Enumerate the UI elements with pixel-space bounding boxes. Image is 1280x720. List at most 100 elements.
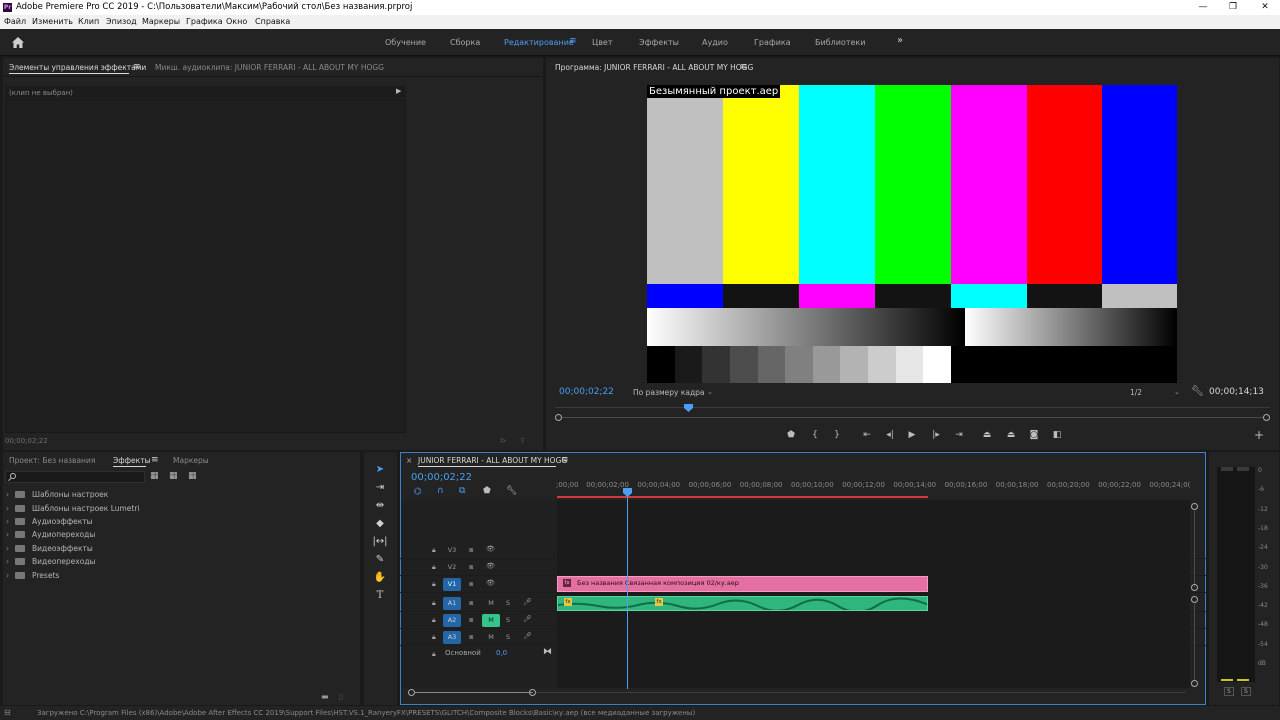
audio-clip[interactable]: fx fx bbox=[557, 596, 928, 611]
lock-icon[interactable]: 🔒︎ bbox=[432, 599, 436, 608]
export-icon[interactable]: ⇪ bbox=[519, 436, 526, 445]
go-to-out-icon[interactable]: ⇥ bbox=[953, 429, 965, 441]
tab-markers[interactable]: Маркеры bbox=[173, 456, 209, 465]
menu-file[interactable]: Файл bbox=[4, 17, 26, 26]
workspace-assembly[interactable]: Сборка bbox=[450, 38, 480, 47]
effects-menu-icon[interactable]: ≡ bbox=[151, 455, 159, 465]
program-current-timecode[interactable]: 00;00;02;22 bbox=[559, 387, 614, 397]
extract-icon[interactable]: ⏏ bbox=[1005, 429, 1017, 441]
microphone-icon[interactable]: 🎤︎ bbox=[523, 598, 532, 606]
program-zoom-bar[interactable] bbox=[558, 417, 1265, 418]
lock-icon[interactable]: 🔒︎ bbox=[432, 580, 436, 589]
fit-chevron-down-icon[interactable]: ⌄ bbox=[707, 388, 713, 396]
tab-sequence[interactable]: JUNIOR FERRARI - ALL ABOUT MY HOGG bbox=[418, 456, 567, 465]
video-clip[interactable]: fx Без названия Связанная композиция 02/… bbox=[557, 576, 928, 592]
timeline-settings-wrench-icon[interactable]: 🔧︎ bbox=[506, 486, 517, 496]
mute-button-a3[interactable]: M bbox=[482, 631, 500, 644]
solo-left-button[interactable]: S bbox=[1224, 687, 1234, 696]
add-marker-timeline-icon[interactable]: ⬟ bbox=[483, 486, 491, 496]
lock-icon[interactable]: 🔒︎ bbox=[432, 563, 436, 572]
selection-tool-icon[interactable]: ➤ bbox=[371, 462, 389, 478]
track-select-tool-icon[interactable]: ⇥ bbox=[371, 480, 389, 496]
folder-video-effects[interactable]: › Видеоэффекты bbox=[6, 542, 93, 555]
folder-presets[interactable]: › Presets bbox=[6, 569, 59, 582]
vertical-scrollbar[interactable] bbox=[1190, 503, 1200, 688]
workspace-editing[interactable]: Редактирование bbox=[504, 38, 574, 47]
workspace-effects[interactable]: Эффекты bbox=[639, 38, 679, 47]
close-sequence-icon[interactable]: × bbox=[406, 456, 412, 465]
folder-audio-transitions[interactable]: › Аудиопереходы bbox=[6, 528, 95, 541]
folder-audio-effects[interactable]: › Аудиоэффекты bbox=[6, 515, 93, 528]
home-icon[interactable] bbox=[12, 37, 24, 48]
program-playhead-icon[interactable] bbox=[684, 404, 693, 412]
yuv-effects-icon[interactable]: ▦ bbox=[188, 471, 197, 481]
solo-button-a2[interactable]: S bbox=[499, 614, 517, 627]
lift-icon[interactable]: ⏏ bbox=[981, 429, 993, 441]
zoom-handle-left[interactable] bbox=[555, 414, 562, 421]
timeline-playhead-icon[interactable] bbox=[623, 488, 632, 497]
microphone-icon[interactable]: 🎤︎ bbox=[523, 632, 532, 640]
tab-program-monitor[interactable]: Программа: JUNIOR FERRARI - ALL ABOUT MY… bbox=[555, 63, 753, 72]
resolution-dropdown[interactable]: 1/2 bbox=[1130, 388, 1142, 397]
master-volume-value[interactable]: 0,0 bbox=[496, 649, 507, 657]
sync-lock-icon[interactable]: ⧈ bbox=[469, 633, 473, 642]
play-icon[interactable]: ▶ bbox=[906, 429, 918, 441]
eye-icon[interactable]: 👁︎ bbox=[486, 562, 495, 570]
workspace-overflow-icon[interactable]: » bbox=[897, 35, 903, 46]
slip-tool-icon[interactable]: |↔| bbox=[371, 534, 389, 550]
sync-lock-icon[interactable]: ⧈ bbox=[469, 616, 473, 625]
resolution-chevron-down-icon[interactable]: ⌄ bbox=[1174, 388, 1180, 396]
menu-markers[interactable]: Маркеры bbox=[142, 17, 180, 26]
track-label-a3[interactable]: A3 bbox=[443, 631, 461, 644]
go-to-end-icon[interactable]: ⧓ bbox=[543, 647, 552, 657]
lock-icon[interactable]: 🔒︎ bbox=[432, 546, 436, 555]
minimize-button[interactable]: — bbox=[1188, 0, 1218, 15]
folder-video-transitions[interactable]: › Видеопереходы bbox=[6, 555, 95, 568]
status-bar-toggle-icon[interactable]: ⊟ bbox=[4, 708, 11, 717]
solo-right-button[interactable]: S bbox=[1241, 687, 1251, 696]
lock-icon[interactable]: 🔒︎ bbox=[432, 650, 436, 659]
export-frame-camera-icon[interactable]: ◙ bbox=[1028, 429, 1040, 441]
pen-tool-icon[interactable]: ✎ bbox=[371, 552, 389, 568]
menu-sequence[interactable]: Эпизод bbox=[106, 17, 137, 26]
track-label-v3[interactable]: V3 bbox=[443, 544, 461, 557]
razor-tool-icon[interactable]: ◆ bbox=[371, 516, 389, 532]
add-button-icon[interactable]: + bbox=[1253, 429, 1265, 441]
compare-view-icon[interactable]: ◧ bbox=[1051, 429, 1063, 441]
eye-icon[interactable]: 👁︎ bbox=[486, 545, 495, 553]
type-tool-icon[interactable]: T bbox=[371, 588, 389, 604]
solo-button-a1[interactable]: S bbox=[499, 597, 517, 610]
maximize-button[interactable]: ❐ bbox=[1218, 0, 1248, 15]
tab-effect-controls[interactable]: Элементы управления эффектами bbox=[9, 63, 146, 72]
eye-icon[interactable]: 👁︎ bbox=[486, 579, 495, 587]
tab-audio-clip-mixer[interactable]: Микш. аудиоклипа: JUNIOR FERRARI - ALL A… bbox=[155, 63, 384, 72]
program-menu-icon[interactable]: ≡ bbox=[740, 62, 748, 72]
mute-button-a1[interactable]: M bbox=[482, 597, 500, 610]
menu-edit[interactable]: Изменить bbox=[32, 17, 73, 26]
snap-magnet-icon[interactable]: ∩ bbox=[437, 486, 444, 496]
effects-search-input[interactable] bbox=[5, 471, 145, 483]
sequence-menu-icon[interactable]: ≡ bbox=[561, 455, 569, 465]
effect-controls-menu-icon[interactable]: ≡ bbox=[133, 62, 141, 72]
close-button[interactable]: ✕ bbox=[1250, 0, 1280, 15]
workspace-audio[interactable]: Аудио bbox=[702, 38, 728, 47]
mark-out-icon[interactable]: } bbox=[831, 429, 843, 441]
workspace-menu-icon[interactable]: ≡ bbox=[569, 36, 577, 46]
workspace-learning[interactable]: Обучение bbox=[385, 38, 426, 47]
folder-lumetri-presets[interactable]: › Шаблоны настроек Lumetri bbox=[6, 502, 140, 515]
tab-project[interactable]: Проект: Без названия bbox=[9, 456, 95, 465]
microphone-icon[interactable]: 🎤︎ bbox=[523, 615, 532, 623]
sync-lock-icon[interactable]: ⧈ bbox=[469, 563, 473, 572]
track-label-a2[interactable]: A2 bbox=[443, 614, 461, 627]
go-to-in-icon[interactable]: ⇤ bbox=[861, 429, 873, 441]
mute-button-a2[interactable]: M bbox=[482, 614, 500, 627]
workspace-graphics[interactable]: Графика bbox=[754, 38, 791, 47]
ripple-edit-tool-icon[interactable]: ⇹ bbox=[371, 498, 389, 514]
step-back-icon[interactable]: ◂| bbox=[884, 429, 896, 441]
delete-icon[interactable]: ▯ bbox=[339, 692, 343, 701]
hand-tool-icon[interactable]: ✋ bbox=[371, 570, 389, 586]
sync-lock-icon[interactable]: ⧈ bbox=[469, 580, 473, 589]
lock-icon[interactable]: 🔒︎ bbox=[432, 616, 436, 625]
step-forward-icon[interactable]: |▸ bbox=[930, 429, 942, 441]
menu-window[interactable]: Окно bbox=[226, 17, 247, 26]
